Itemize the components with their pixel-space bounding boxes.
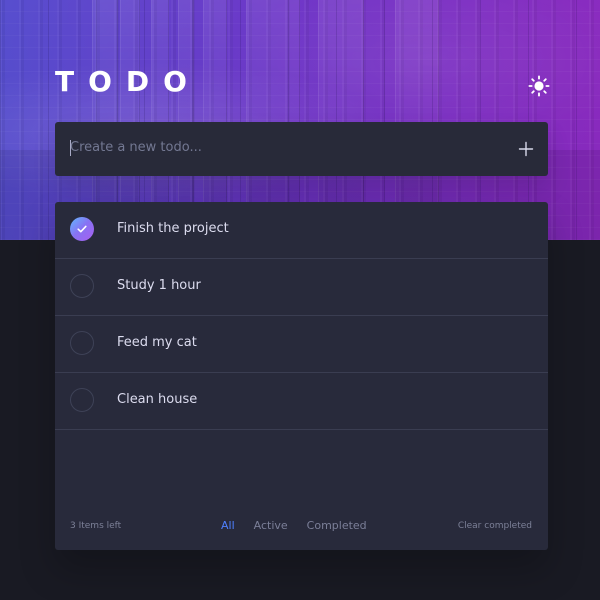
todo-label: Feed my cat [117, 335, 197, 350]
todo-checkbox[interactable] [70, 274, 94, 298]
page-title: TODO [55, 65, 201, 98]
text-cursor [70, 140, 71, 156]
todo-item-study-1-hour[interactable]: Study 1 hour [55, 259, 548, 316]
new-todo-panel [55, 122, 548, 176]
todo-label: Study 1 hour [117, 278, 201, 293]
todo-footer: 3 Items left All Active Completed Clear … [55, 510, 548, 542]
clear-completed-button[interactable]: Clear completed [458, 518, 532, 534]
items-left-count: 3 Items left [70, 521, 122, 531]
filter-tabs: All Active Completed [221, 517, 367, 535]
todo-checkbox[interactable] [70, 388, 94, 412]
todo-item-finish-the-project[interactable]: Finish the project [55, 202, 548, 259]
plus-icon [518, 141, 534, 157]
filter-active-tab[interactable]: Active [254, 518, 288, 534]
todo-card: Finish the project Study 1 hour Feed my … [55, 202, 548, 550]
todo-item-clean-house[interactable]: Clean house [55, 373, 548, 430]
theme-toggle-button[interactable] [528, 75, 550, 97]
sun-icon [528, 75, 550, 97]
check-icon [77, 225, 87, 233]
add-todo-button[interactable] [515, 138, 537, 160]
todo-list: Finish the project Study 1 hour Feed my … [55, 202, 548, 430]
todo-app: TODO Create a new todo... Finish the pro… [0, 0, 600, 600]
filter-completed-tab[interactable]: Completed [307, 518, 367, 534]
todo-item-feed-my-cat[interactable]: Feed my cat [55, 316, 548, 373]
todo-label: Finish the project [117, 221, 229, 236]
todo-label: Clean house [117, 392, 198, 407]
completed-checkbox[interactable] [70, 217, 94, 241]
filter-all-tab[interactable]: All [221, 518, 235, 534]
new-todo-input[interactable] [70, 136, 475, 160]
todo-checkbox[interactable] [70, 331, 94, 355]
